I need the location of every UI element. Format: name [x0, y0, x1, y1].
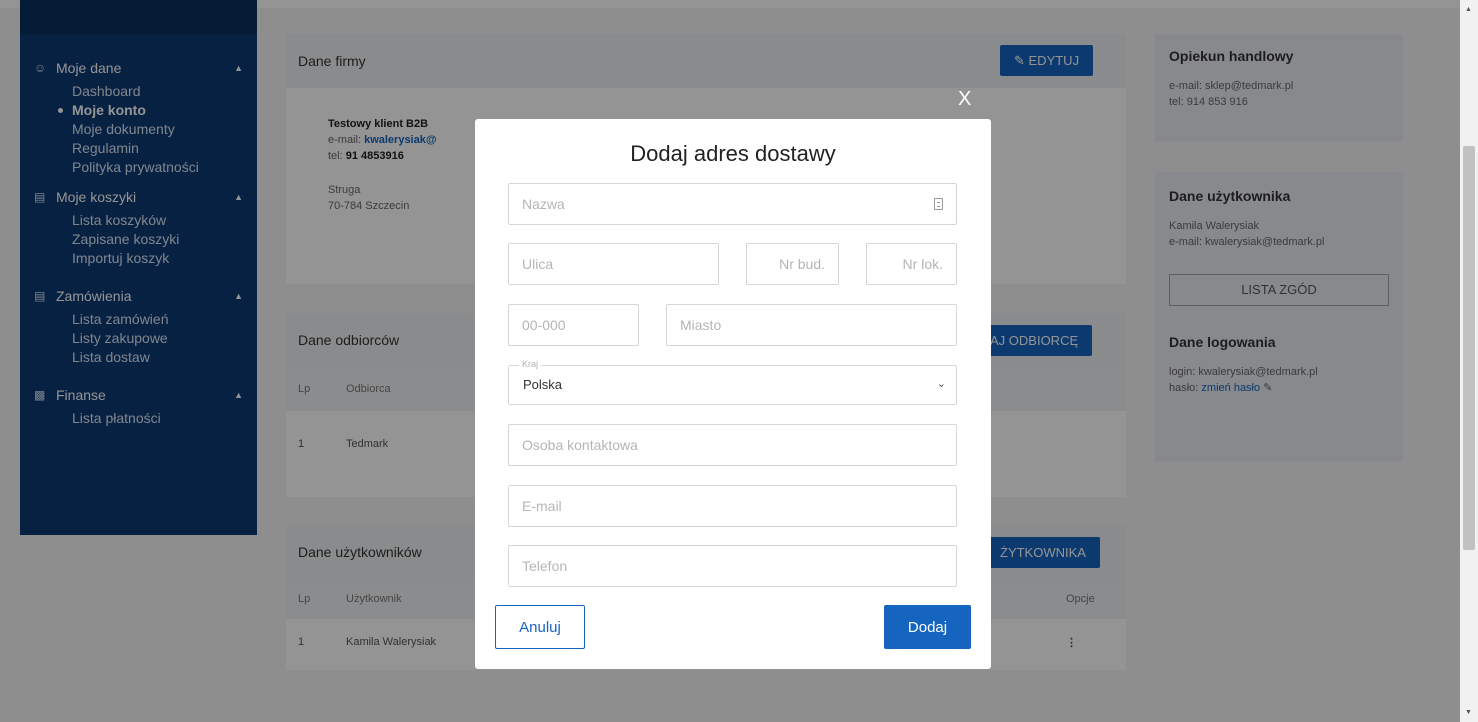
contact-card-icon [934, 198, 943, 210]
country-value: Polska [523, 377, 563, 392]
phone-input[interactable] [522, 558, 943, 574]
country-select[interactable]: Kraj Polska ⌄ [508, 359, 957, 405]
building-number-input[interactable] [760, 256, 825, 272]
name-input[interactable] [522, 196, 928, 212]
add-delivery-address-modal: Dodaj adres dostawy Kraj Polska ⌄ Anuluj… [475, 119, 991, 669]
postcode-input[interactable] [522, 317, 625, 333]
postcode-field[interactable] [508, 304, 639, 346]
street-input[interactable] [522, 256, 705, 272]
scroll-up-icon[interactable]: ▲ [1465, 6, 1472, 13]
building-number-field[interactable] [746, 243, 839, 285]
city-input[interactable] [680, 317, 943, 333]
scrollbar-thumb[interactable] [1463, 146, 1475, 550]
scroll-down-icon[interactable]: ▼ [1465, 709, 1472, 716]
street-field[interactable] [508, 243, 719, 285]
name-field[interactable] [508, 183, 957, 225]
close-modal-button[interactable]: X [958, 88, 971, 111]
page-scrollbar[interactable]: ▲ ▼ [1460, 0, 1478, 722]
email-input[interactable] [522, 498, 943, 514]
email-field[interactable] [508, 485, 957, 527]
apartment-number-input[interactable] [880, 256, 943, 272]
country-label: Kraj [519, 359, 542, 369]
chevron-down-icon: ⌄ [936, 378, 946, 390]
cancel-button[interactable]: Anuluj [495, 605, 585, 649]
phone-field[interactable] [508, 545, 957, 587]
modal-title: Dodaj adres dostawy [630, 141, 836, 166]
apartment-number-field[interactable] [866, 243, 957, 285]
city-field[interactable] [666, 304, 957, 346]
contact-person-field[interactable] [508, 424, 957, 466]
add-button[interactable]: Dodaj [884, 605, 971, 649]
contact-person-input[interactable] [522, 437, 943, 453]
